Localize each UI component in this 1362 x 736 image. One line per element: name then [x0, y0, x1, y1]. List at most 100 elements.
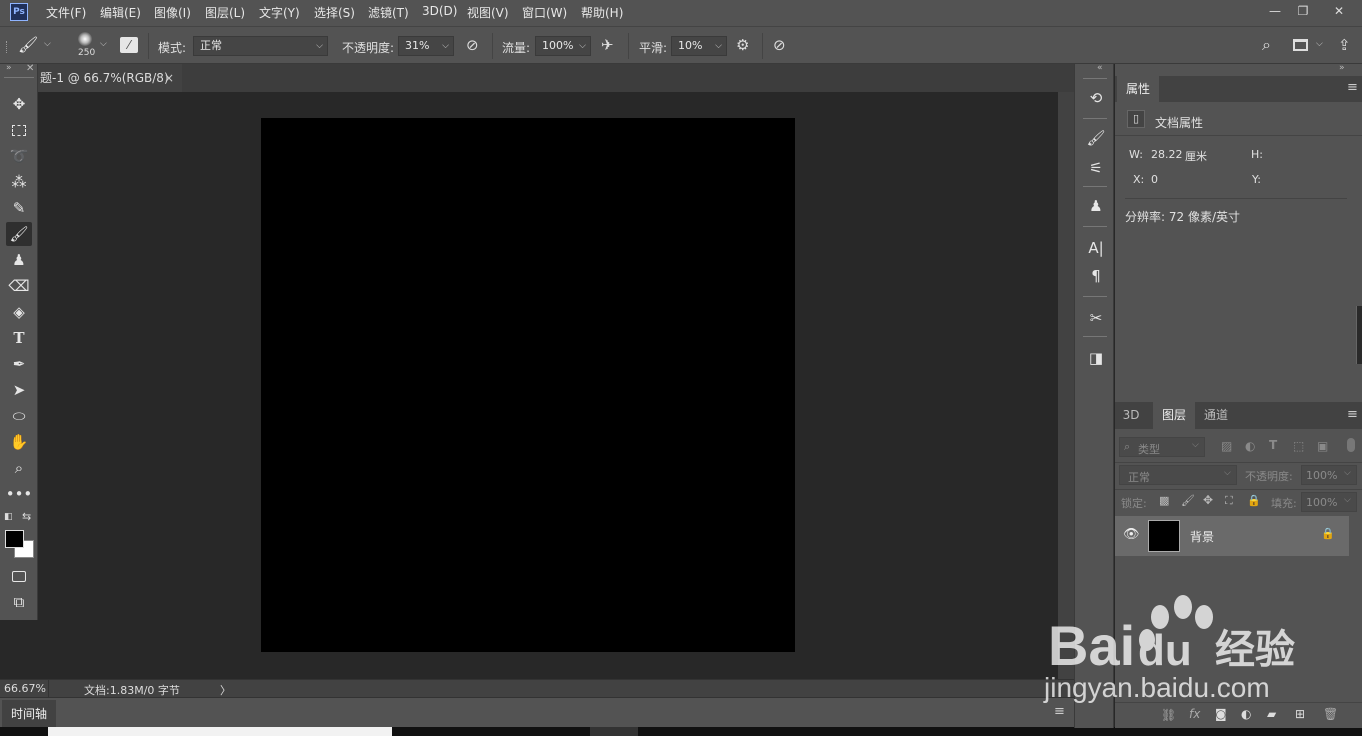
paint-bucket-tool-icon[interactable]: ◈: [6, 300, 32, 324]
layer-lock-icon[interactable]: 🔒: [1321, 527, 1335, 540]
menu-filter[interactable]: 滤镜(T): [368, 4, 409, 21]
swap-colors-icon[interactable]: ⇆: [22, 510, 31, 523]
tab-layers[interactable]: 图层: [1153, 402, 1195, 429]
adjustments-icon[interactable]: ⚟: [1083, 156, 1109, 180]
menu-select[interactable]: 选择(S): [314, 4, 355, 21]
menu-help[interactable]: 帮助(H): [581, 4, 623, 21]
menu-window[interactable]: 窗口(W): [522, 4, 567, 21]
mode-select[interactable]: 正常 ⌵: [193, 36, 328, 56]
toolbox-grip[interactable]: [4, 77, 34, 78]
layer-thumbnail[interactable]: [1148, 520, 1180, 552]
filter-shape-icon[interactable]: ⬚: [1293, 439, 1304, 453]
zoom-level[interactable]: 66.67%: [4, 682, 46, 695]
panel-menu-icon[interactable]: ≡: [1347, 407, 1358, 422]
chevron-down-icon[interactable]: ⌵: [44, 39, 51, 49]
move-tool-icon[interactable]: ✥: [6, 92, 32, 116]
document-tab-close-icon[interactable]: ×: [164, 64, 174, 92]
marquee-tool-icon[interactable]: [6, 118, 32, 142]
taskbar-item[interactable]: [48, 727, 392, 736]
grip-handle[interactable]: [6, 41, 10, 53]
lock-artboard-icon[interactable]: ⛶: [1225, 494, 1233, 508]
path-selection-tool-icon[interactable]: ➤: [6, 378, 32, 402]
adjustment-layer-icon[interactable]: ◐: [1241, 707, 1251, 721]
timeline-tab[interactable]: 时间轴: [2, 700, 56, 728]
hand-tool-icon[interactable]: ✋: [6, 430, 32, 454]
layer-row[interactable]: 👁 背景 🔒: [1115, 516, 1349, 556]
airbrush-icon[interactable]: ✈: [601, 36, 614, 54]
filter-pixel-icon[interactable]: ▨: [1221, 439, 1232, 453]
quick-mask-icon[interactable]: [6, 564, 32, 588]
menu-layer[interactable]: 图层(L): [205, 4, 245, 21]
brush-settings-panel-icon[interactable]: ⁄: [120, 37, 138, 53]
tab-properties[interactable]: 属性: [1117, 76, 1159, 102]
layer-filter-select[interactable]: ⌕ 类型 ⌵: [1119, 437, 1205, 457]
history-icon[interactable]: ⟲: [1083, 86, 1109, 110]
lock-position-icon[interactable]: ✥: [1203, 493, 1213, 507]
menu-image[interactable]: 图像(I): [154, 4, 191, 21]
document-tab[interactable]: 题-1 @ 66.7%(RGB/8) ×: [38, 64, 182, 92]
taskbar-item[interactable]: [590, 727, 638, 736]
brush-tool-preset-icon[interactable]: 🖌: [18, 35, 38, 54]
default-colors-icon[interactable]: ◧: [4, 512, 13, 522]
visibility-eye-icon[interactable]: 👁: [1123, 527, 1140, 542]
ellipse-tool-icon[interactable]: ⬭: [6, 404, 32, 428]
filter-adjustment-icon[interactable]: ◐: [1245, 439, 1255, 453]
menu-type[interactable]: 文字(Y): [259, 4, 300, 21]
menu-file[interactable]: 文件(F): [46, 4, 86, 21]
more-tools-icon[interactable]: •••: [6, 482, 33, 506]
type-tool-icon[interactable]: T: [6, 326, 32, 350]
workspace-chevron-icon[interactable]: ⌵: [1316, 39, 1323, 49]
lock-image-icon[interactable]: 🖌: [1181, 494, 1195, 507]
x-value[interactable]: 0: [1151, 173, 1158, 186]
eraser-tool-icon[interactable]: ⌫: [6, 274, 32, 298]
blend-mode-select[interactable]: 正常 ⌵: [1119, 465, 1237, 485]
paragraph-icon[interactable]: ¶: [1083, 264, 1109, 288]
minimize-button[interactable]: —: [1262, 2, 1288, 20]
status-menu-arrow-icon[interactable]: 〉: [220, 682, 231, 698]
fill-input[interactable]: 100% ⌵: [1301, 492, 1357, 512]
foreground-color-swatch[interactable]: [5, 530, 24, 548]
zoom-tool-icon[interactable]: ⌕: [6, 456, 32, 480]
restore-button[interactable]: ❐: [1290, 2, 1316, 20]
search-icon[interactable]: ⌕: [1262, 35, 1271, 55]
share-icon[interactable]: ⇪: [1338, 36, 1351, 54]
document-canvas[interactable]: [261, 118, 795, 652]
timeline-menu-icon[interactable]: ≡: [1054, 704, 1065, 719]
pen-tool-icon[interactable]: ✒: [6, 352, 32, 376]
brush-tool-icon[interactable]: 🖌: [6, 222, 32, 246]
magic-wand-tool-icon[interactable]: ⁂: [6, 170, 32, 194]
width-unit[interactable]: 厘米: [1185, 148, 1207, 164]
add-mask-icon[interactable]: ◙: [1215, 707, 1227, 721]
menu-view[interactable]: 视图(V): [467, 4, 509, 21]
flow-input[interactable]: 100% ⌵: [535, 36, 591, 56]
collapse-toolbox-icon[interactable]: »: [6, 63, 12, 73]
new-layer-icon[interactable]: ⊞: [1295, 707, 1305, 721]
panel-menu-icon[interactable]: ≡: [1347, 80, 1358, 95]
tool-presets-icon[interactable]: ✂: [1083, 306, 1109, 330]
pressure-size-icon[interactable]: ⊘: [773, 36, 786, 54]
panel-scroll-indicator[interactable]: [1356, 306, 1362, 364]
collapse-properties-icon[interactable]: »: [1339, 63, 1345, 73]
screen-mode-icon[interactable]: ⧉: [6, 590, 32, 614]
clone-source-icon[interactable]: ♟: [1083, 194, 1109, 218]
tab-channels[interactable]: 通道: [1197, 402, 1235, 429]
navigator-icon[interactable]: ◨: [1083, 346, 1109, 370]
filter-toggle[interactable]: [1347, 438, 1355, 452]
character-icon[interactable]: A|: [1083, 236, 1109, 260]
lock-transparent-icon[interactable]: ▩: [1159, 494, 1169, 507]
opacity-input[interactable]: 31% ⌵: [398, 36, 454, 56]
brush-presets-icon[interactable]: 🖌: [1083, 126, 1109, 150]
eyedropper-tool-icon[interactable]: ✎: [6, 196, 32, 220]
brush-picker-chevron-icon[interactable]: ⌵: [100, 39, 107, 49]
filter-type-icon[interactable]: T: [1269, 438, 1277, 452]
layer-style-fx-icon[interactable]: fx: [1189, 707, 1200, 721]
filter-smart-object-icon[interactable]: ▣: [1317, 439, 1328, 453]
menu-edit[interactable]: 编辑(E): [100, 4, 141, 21]
brush-preview-icon[interactable]: [78, 32, 92, 46]
close-toolbox-icon[interactable]: ✕: [26, 63, 34, 74]
smoothing-options-gear-icon[interactable]: ⚙: [736, 36, 749, 54]
lock-all-icon[interactable]: 🔒: [1247, 494, 1261, 507]
menu-3d[interactable]: 3D(D): [422, 4, 457, 18]
width-value[interactable]: 28.22: [1151, 148, 1183, 161]
close-window-button[interactable]: ✕: [1326, 2, 1352, 20]
